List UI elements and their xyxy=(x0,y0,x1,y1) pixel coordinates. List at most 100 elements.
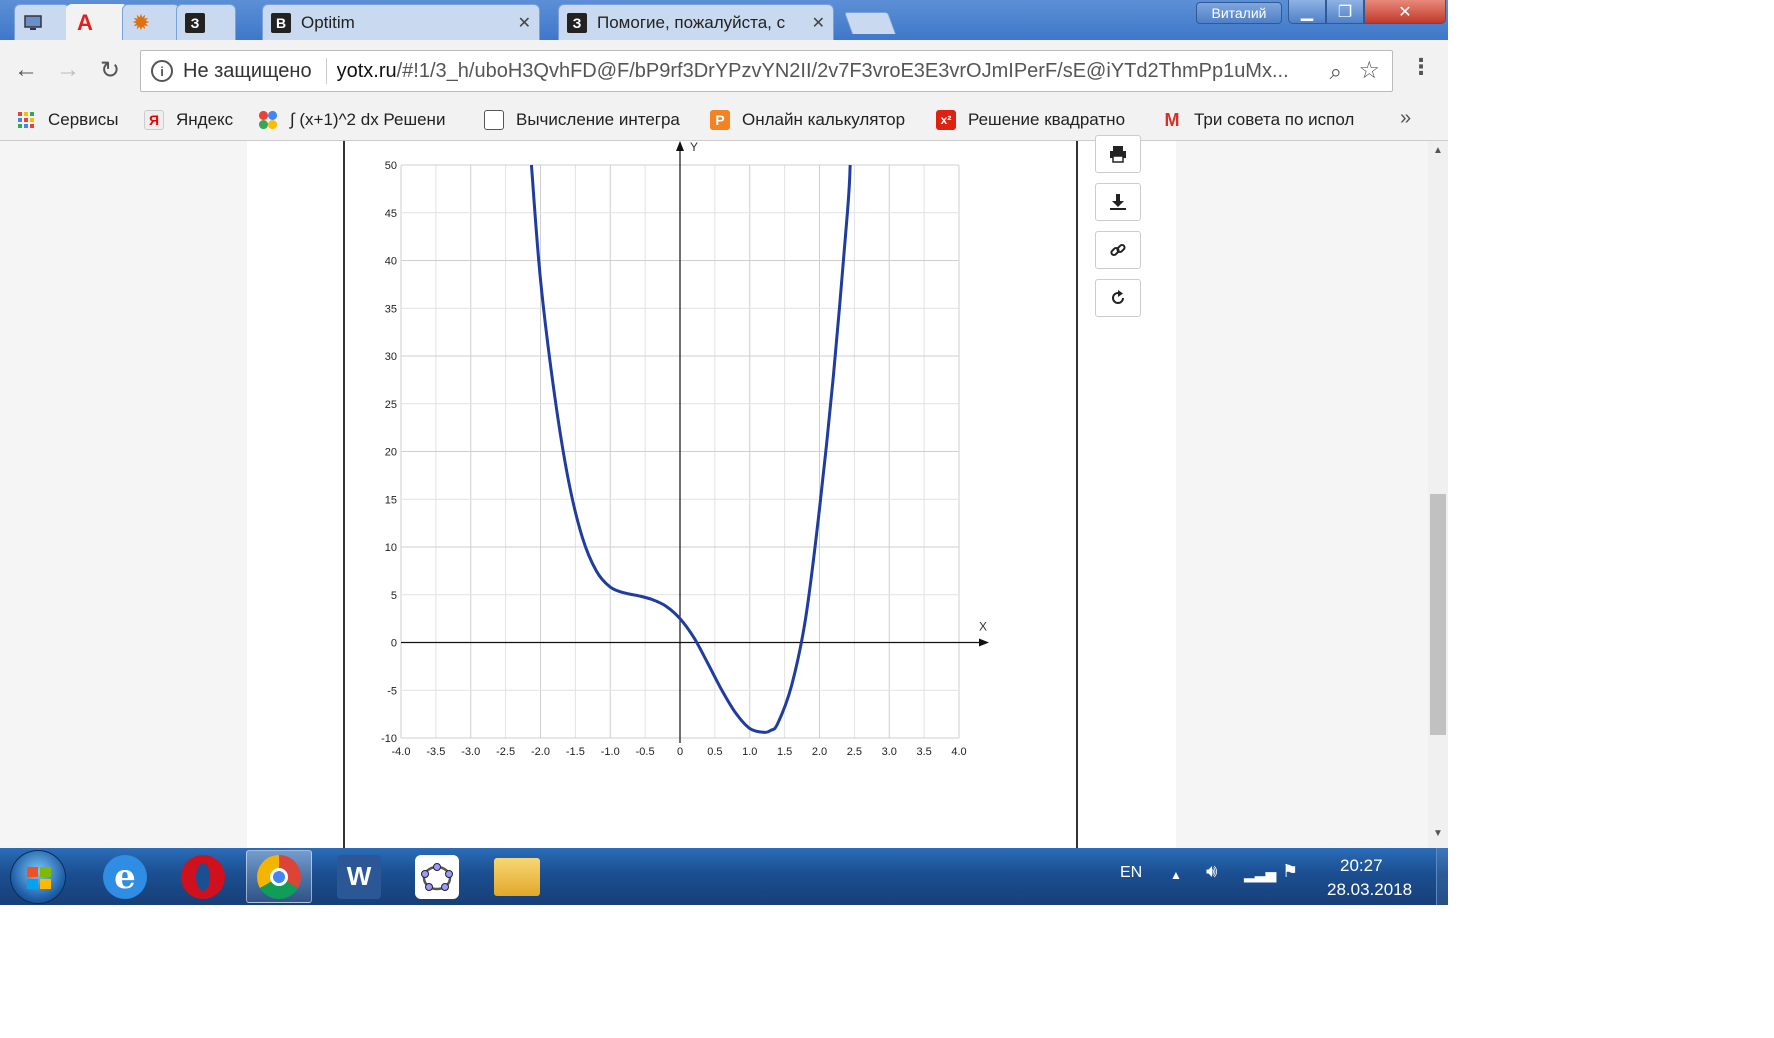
y-axis-arrow xyxy=(676,141,684,151)
bookmark-label: ∫ (x+1)^2 dx Решени xyxy=(290,110,446,129)
back-icon[interactable]: ← xyxy=(8,52,44,88)
x-tick-label: 1.0 xyxy=(742,746,757,758)
tab-4[interactable]: З xyxy=(176,4,236,40)
taskbar-geogebra[interactable] xyxy=(404,850,470,903)
tab-optitim[interactable]: B Optitim ✕ xyxy=(262,4,540,40)
google-dots-icon xyxy=(258,110,278,130)
new-tab-button[interactable] xyxy=(843,12,897,34)
x2-icon: x² xyxy=(936,110,956,130)
close-tab-icon[interactable]: ✕ xyxy=(518,13,531,33)
url-text[interactable]: yotx.ru/#!1/3_h/uboH3QvhFD@F/bP9rf3DrYPz… xyxy=(337,60,1307,83)
x-tick-label: -1.0 xyxy=(601,746,620,758)
scroll-up-icon[interactable]: ▲ xyxy=(1428,145,1448,161)
word-icon: W xyxy=(337,854,381,899)
zoom-icon[interactable]: ⌕ xyxy=(1330,59,1342,85)
tab-pomogite[interactable]: З Помогие, пожалуйста, с ✕ xyxy=(558,4,834,40)
action-center-flag-icon[interactable]: ⚑ xyxy=(1282,861,1298,882)
bookmark-label: Сервисы xyxy=(48,110,119,129)
x-tick-label: -0.5 xyxy=(636,746,655,758)
screen: A ✹ З B Optitim ✕ З Помогие, пожалуйста,… xyxy=(0,0,1448,905)
divider xyxy=(325,58,327,84)
y-tick-label: 35 xyxy=(385,303,397,315)
bookmark-services[interactable]: Сервисы xyxy=(16,101,128,139)
bookmark-integral[interactable]: ∫ (x+1)^2 dx Решени xyxy=(258,101,468,139)
b-logo-icon: B xyxy=(271,12,291,33)
screen-icon xyxy=(23,13,43,33)
link-button[interactable] xyxy=(1095,231,1141,269)
y-tick-label: 10 xyxy=(385,542,397,554)
y-tick-label: 5 xyxy=(391,590,397,602)
opera-icon xyxy=(181,854,225,899)
tab-3[interactable]: ✹ xyxy=(122,4,180,40)
network-icon[interactable]: ▂▃▅ xyxy=(1244,866,1276,883)
taskbar-chrome[interactable] xyxy=(246,850,312,903)
tab-1[interactable] xyxy=(14,4,70,40)
minimize-button[interactable]: ▁ xyxy=(1288,0,1326,24)
bookmark-yandex[interactable]: Я Яндекс xyxy=(144,101,244,139)
scroll-down-icon[interactable]: ▼ xyxy=(1428,828,1448,844)
clock-date[interactable]: 28.03.2018 xyxy=(1327,880,1412,900)
bookmarks-bar: Сервисы Я Яндекс ∫ (x+1)^2 dx Решени Выч… xyxy=(0,101,1448,139)
x-tick-label: -3.0 xyxy=(461,746,480,758)
taskbar-explorer[interactable] xyxy=(484,850,550,903)
volume-icon[interactable]: 🔊︎ xyxy=(1206,861,1217,882)
gmail-icon: M xyxy=(1164,109,1180,130)
taskbar-opera[interactable] xyxy=(170,850,236,903)
tab-title: Помогие, пожалуйста, с xyxy=(597,12,786,32)
explorer-icon xyxy=(494,857,540,896)
bookmark-label: Онлайн калькулятор xyxy=(742,110,906,129)
share-button[interactable] xyxy=(1095,279,1141,317)
show-desktop-button[interactable] xyxy=(1436,848,1448,905)
bookmark-label: Вычисление интегра xyxy=(516,110,680,129)
close-tab-icon[interactable]: ✕ xyxy=(812,13,825,33)
info-icon[interactable]: i xyxy=(151,60,173,82)
forward-icon[interactable]: → xyxy=(50,52,86,88)
y-axis-label: Y xyxy=(690,141,698,154)
language-indicator[interactable]: EN xyxy=(1120,864,1142,882)
print-button[interactable] xyxy=(1095,135,1141,173)
maximize-button[interactable]: ❐ xyxy=(1326,0,1364,24)
security-label: Не защищено xyxy=(183,59,312,82)
star-icon[interactable]: ☆ xyxy=(1358,56,1380,85)
url-path: /#!1/3_h/uboH3QvhFD@F/bP9rf3DrYPzvYN2II/… xyxy=(396,59,1289,82)
sun-icon: ✹ xyxy=(131,9,151,35)
close-window-button[interactable]: ✕ xyxy=(1364,0,1446,24)
scroll-thumb[interactable] xyxy=(1430,494,1446,735)
tray-expand-icon[interactable]: ▲ xyxy=(1170,868,1182,882)
address-bar[interactable]: i Не защищено yotx.ru/#!1/3_h/uboH3QvhFD… xyxy=(140,50,1393,92)
bookmark-vychislenie[interactable]: Вычисление интегра xyxy=(484,101,690,139)
taskbar-word[interactable]: W xyxy=(326,850,392,903)
reload-icon[interactable]: ↻ xyxy=(92,52,128,88)
x-tick-label: -2.0 xyxy=(531,746,550,758)
profile-button[interactable]: Виталий xyxy=(1196,2,1282,24)
x-tick-label: 0.5 xyxy=(707,746,722,758)
apps-grid-icon xyxy=(16,110,36,130)
download-button[interactable] xyxy=(1095,183,1141,221)
x-tick-label: 4.0 xyxy=(951,746,966,758)
y-tick-label: 25 xyxy=(385,399,397,411)
tab-2[interactable]: A xyxy=(66,4,128,40)
function-graph[interactable]: X Y -4.0 -3.5 -3.0 -2.5 -2.0 -1.5 -1.0 -0.5 0 0.5 1.… xyxy=(345,141,1076,848)
ie-icon: e xyxy=(103,854,147,899)
y-tick-label: -5 xyxy=(387,685,397,697)
right-margin xyxy=(1176,141,1428,848)
y-tick-label: 15 xyxy=(385,494,397,506)
menu-icon[interactable]: ⋮ xyxy=(1410,54,1432,80)
clock-time[interactable]: 20:27 xyxy=(1340,856,1383,876)
bookmark-tri-soveta[interactable]: M Три совета по испол xyxy=(1162,101,1374,139)
taskbar-ie[interactable]: e xyxy=(92,850,158,903)
left-margin xyxy=(0,141,247,848)
tab-title: Optitim xyxy=(301,12,355,32)
scrollbar[interactable]: ▲ ▼ xyxy=(1428,141,1448,848)
more-bookmarks-icon[interactable]: » xyxy=(1400,107,1411,130)
z-logo-icon: З xyxy=(567,12,587,33)
y-tick-label: 20 xyxy=(385,447,397,459)
bookmark-kalkulyator[interactable]: P Онлайн калькулятор xyxy=(710,101,916,139)
bookmark-label: Яндекс xyxy=(176,110,234,129)
start-button[interactable] xyxy=(10,850,66,904)
x-tick-label: 1.5 xyxy=(777,746,792,758)
x-tick-label: -2.5 xyxy=(496,746,515,758)
bookmark-kvadratnoe[interactable]: x² Решение квадратно xyxy=(936,101,1144,139)
windows-logo-icon xyxy=(27,867,51,889)
y-tick-label: 40 xyxy=(385,256,397,268)
